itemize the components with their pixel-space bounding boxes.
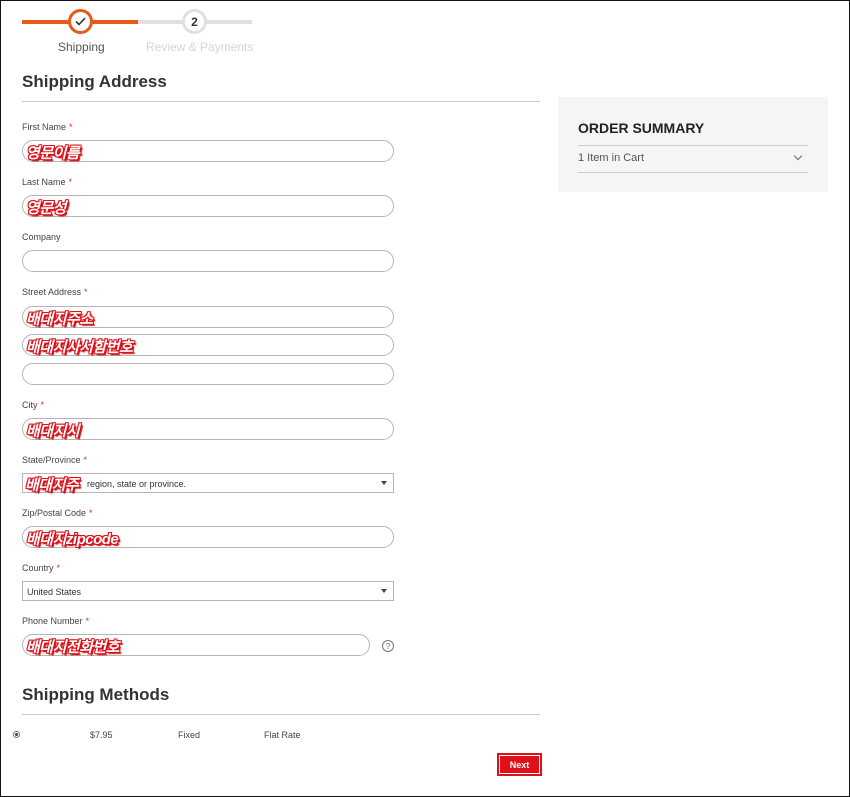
checkout-progress: 2 Shipping Review & Payments — [22, 8, 254, 56]
street-line3-input[interactable] — [22, 363, 394, 385]
help-question-icon[interactable]: ? — [382, 640, 394, 652]
cart-items-toggle[interactable]: 1 Item in Cart — [578, 152, 644, 164]
last-name-input[interactable]: 영문성 — [22, 195, 394, 217]
country-label: Country * — [22, 563, 61, 573]
company-label: Company — [22, 232, 61, 242]
chevron-down-icon[interactable] — [793, 151, 803, 161]
order-summary-title: ORDER SUMMARY — [578, 120, 705, 136]
first-name-input[interactable]: 영문이름 — [22, 140, 394, 162]
state-label: State/Province * — [22, 455, 88, 465]
step-review-label[interactable]: Review & Payments — [146, 40, 253, 54]
street-line1-input[interactable]: 배대지주소 — [22, 306, 394, 328]
method-carrier: Flat Rate — [264, 730, 301, 740]
chevron-down-icon — [381, 481, 387, 485]
zip-input[interactable]: 배대지zipcode — [22, 526, 394, 548]
state-select[interactable]: 배대지주 region, state or province. — [22, 473, 394, 494]
order-summary-panel: ORDER SUMMARY 1 Item in Cart — [558, 97, 828, 192]
step-shipping-check-icon[interactable] — [68, 9, 93, 34]
city-input[interactable]: 배대지시 — [22, 418, 394, 440]
shipping-address-title: Shipping Address — [22, 72, 167, 91]
company-input[interactable] — [22, 250, 394, 272]
divider — [22, 101, 540, 102]
first-name-label: First Name * — [22, 122, 73, 132]
shipping-method-radio[interactable] — [13, 731, 20, 738]
method-price: $7.95 — [90, 730, 113, 740]
divider — [578, 145, 808, 146]
step-shipping-label[interactable]: Shipping — [58, 40, 105, 54]
divider — [22, 714, 540, 715]
street-address-label: Street Address * — [22, 287, 88, 297]
next-button[interactable]: Next — [497, 753, 542, 776]
last-name-label: Last Name * — [22, 177, 73, 187]
country-select[interactable]: United States — [22, 581, 394, 601]
shipping-methods-title: Shipping Methods — [22, 685, 170, 704]
street-line2-input[interactable]: 배대지사서함번호 — [22, 334, 394, 356]
phone-label: Phone Number * — [22, 616, 90, 626]
zip-label: Zip/Postal Code * — [22, 508, 93, 518]
divider — [578, 172, 808, 173]
city-label: City * — [22, 400, 45, 410]
chevron-down-icon — [381, 589, 387, 593]
method-type: Fixed — [178, 730, 201, 740]
phone-input[interactable]: 배대지전화번호 — [22, 634, 370, 656]
step-review-number[interactable]: 2 — [182, 9, 207, 34]
